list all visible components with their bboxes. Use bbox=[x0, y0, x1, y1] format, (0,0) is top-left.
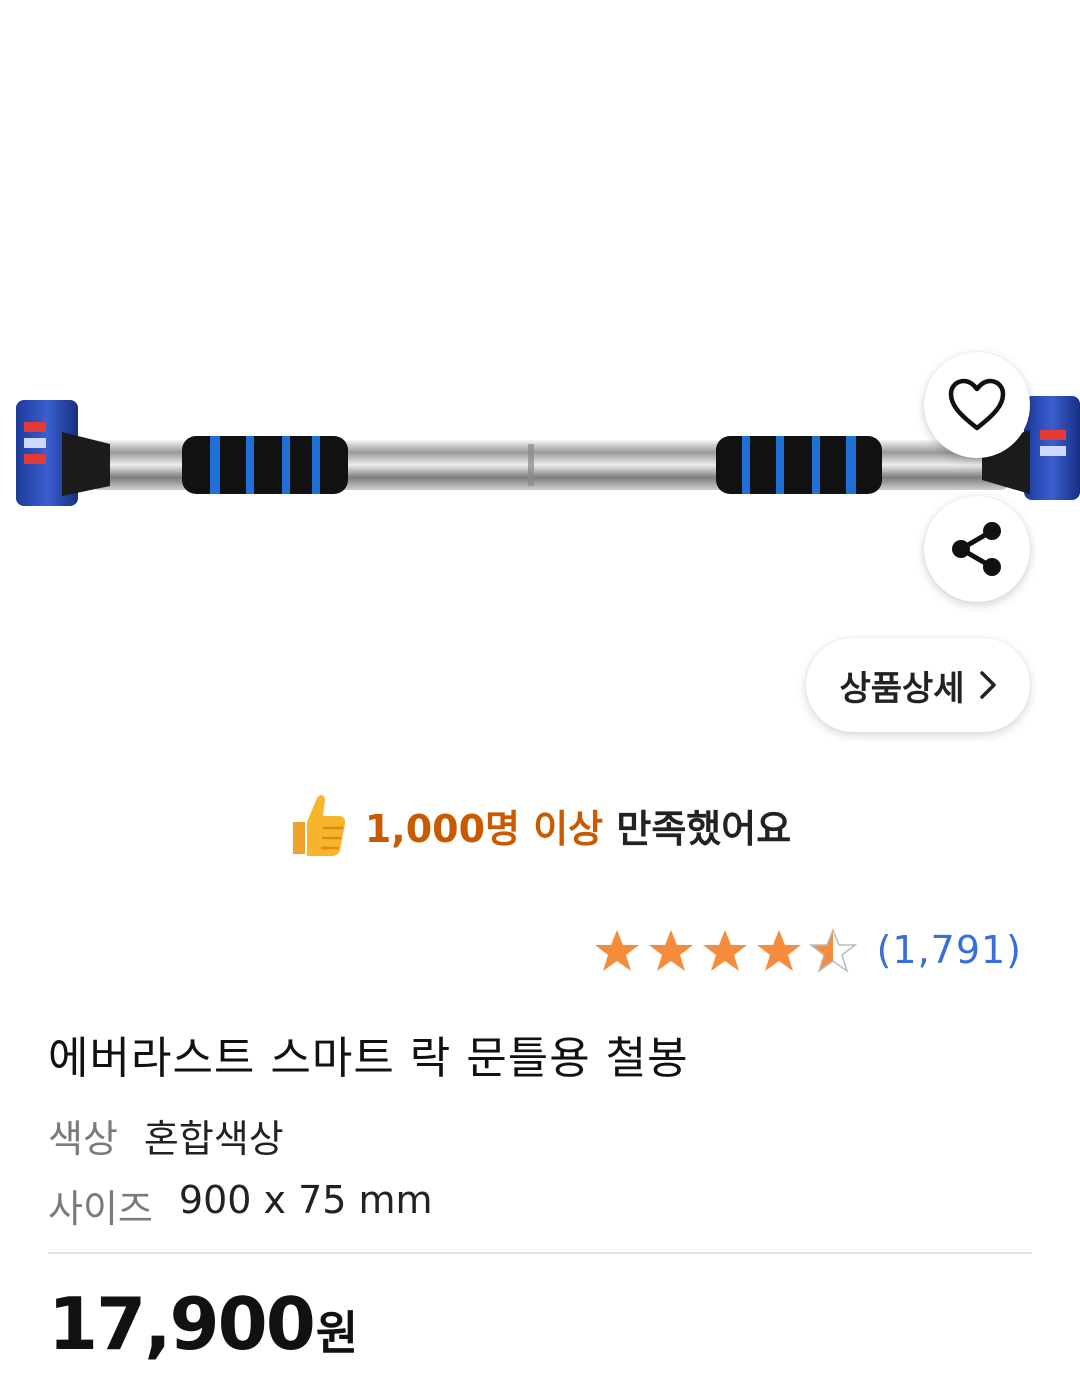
satisfaction-banner: 1,000명 이상 만족했어요 bbox=[0, 780, 1080, 870]
star-icon bbox=[702, 930, 747, 971]
share-button[interactable] bbox=[924, 496, 1030, 602]
price: 17,900 원 bbox=[48, 1282, 358, 1366]
rating[interactable]: (1,791) bbox=[591, 918, 1022, 982]
option-value: 혼합색상 bbox=[143, 1117, 284, 1161]
option-color: 색상 혼합색상 bbox=[48, 1108, 284, 1163]
thumbs-up-icon bbox=[292, 795, 346, 856]
star-rating bbox=[594, 927, 857, 973]
option-key: 색상 bbox=[48, 1117, 118, 1161]
product-detail-label: 상품상세 bbox=[839, 668, 965, 709]
divider bbox=[48, 1252, 1032, 1254]
product-title: 에버라스트 스마트 락 문틀용 철봉 bbox=[48, 1033, 689, 1084]
star-icon bbox=[594, 930, 639, 971]
option-key: 사이즈 bbox=[48, 1187, 153, 1231]
star-icon bbox=[756, 930, 801, 971]
satisfaction-count: 1,000명 이상 bbox=[364, 806, 604, 851]
option-size: 사이즈 900 x 75 mm bbox=[48, 1178, 433, 1233]
chevron-right-icon bbox=[979, 671, 996, 699]
satisfaction-text: 만족했어요 bbox=[616, 806, 792, 851]
half-star-icon bbox=[808, 927, 857, 973]
product-detail-button[interactable]: 상품상세 bbox=[806, 638, 1030, 732]
price-unit: 원 bbox=[315, 1306, 359, 1360]
share-icon bbox=[952, 522, 1001, 576]
star-icon bbox=[648, 930, 693, 971]
price-amount: 17,900 bbox=[48, 1282, 316, 1366]
review-count[interactable]: (1,791) bbox=[877, 928, 1022, 972]
like-button[interactable] bbox=[924, 352, 1030, 458]
option-value: 900 x 75 mm bbox=[178, 1178, 433, 1222]
heart-icon bbox=[948, 378, 1006, 431]
